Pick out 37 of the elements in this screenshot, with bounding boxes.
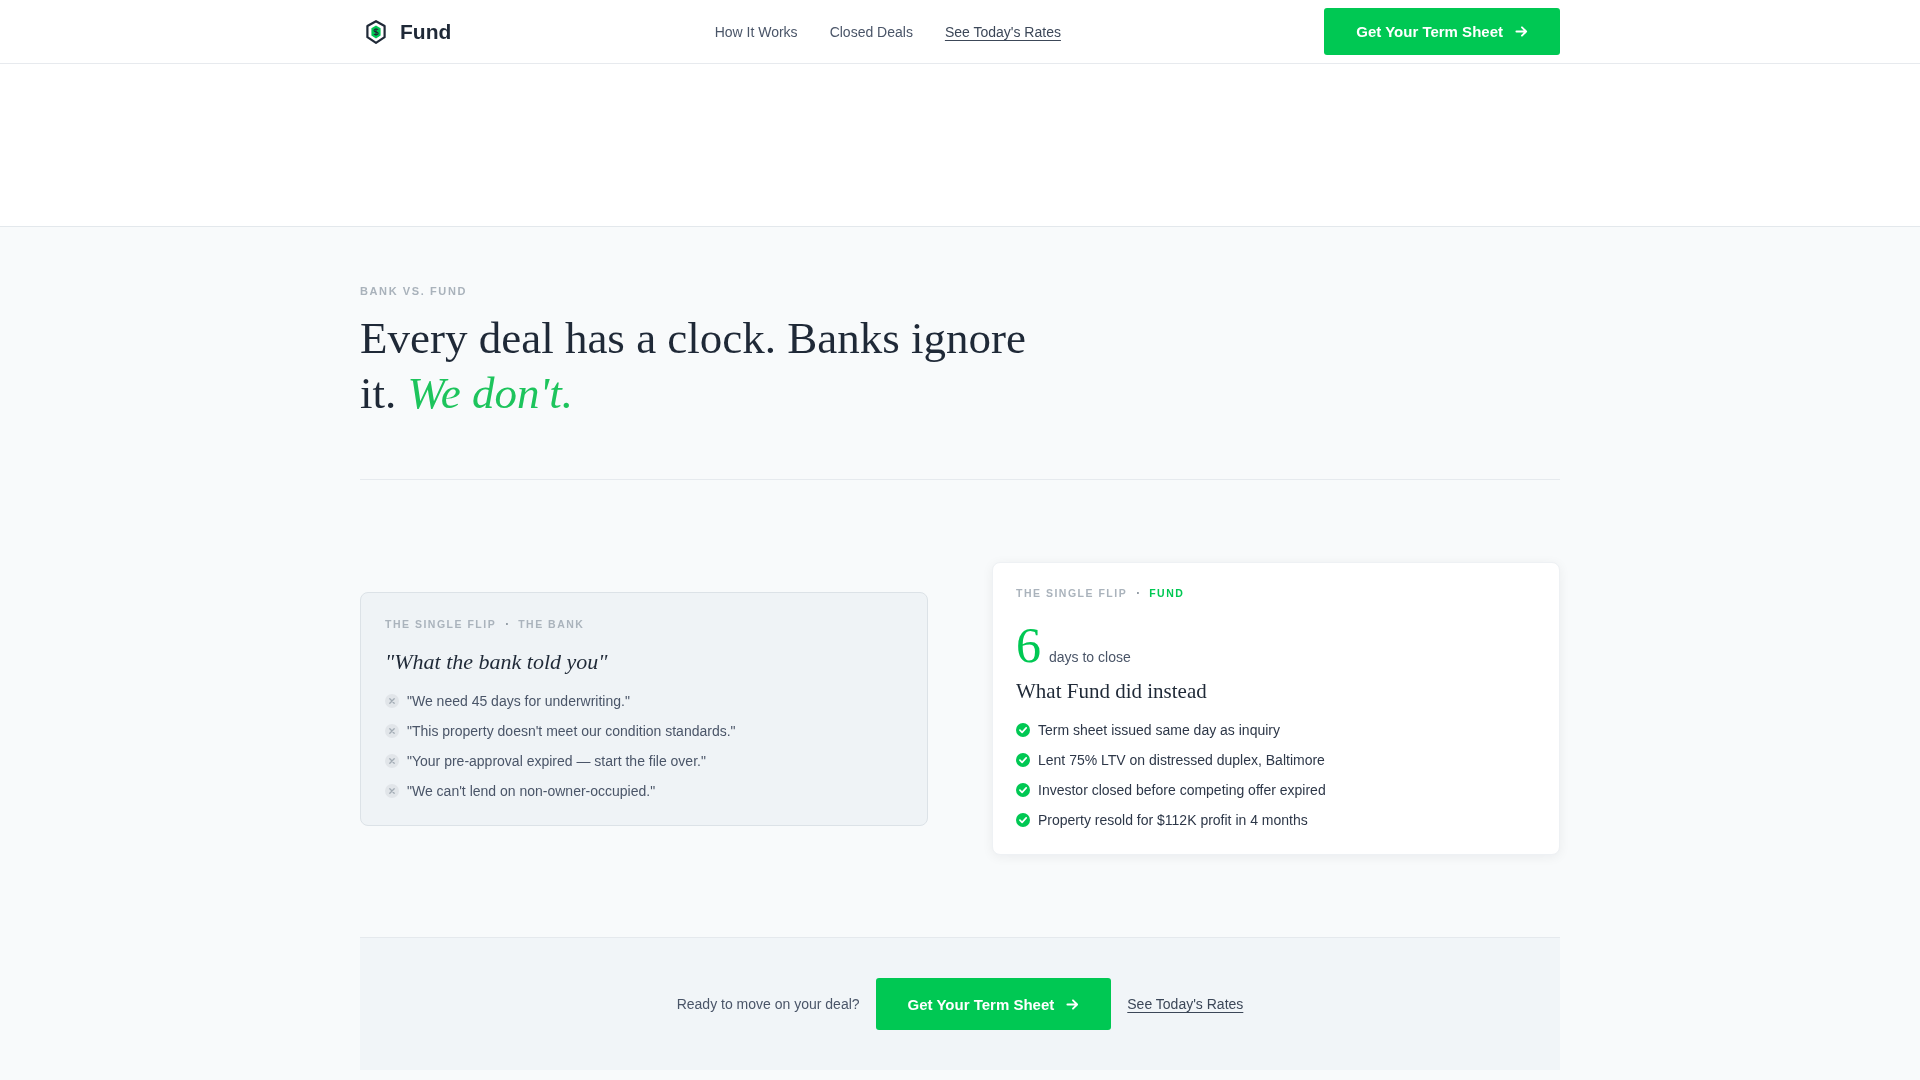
result-text: Lent 75% LTV on distressed duplex, Baltimore bbox=[1038, 751, 1325, 770]
card-title: "What the bank told you" bbox=[385, 647, 608, 676]
quote-text: "We can't lend on non-owner-occupied." bbox=[407, 781, 656, 801]
cta-prompt: Ready to move on your deal? bbox=[676, 996, 860, 1012]
quote-text: "This property doesn't meet our condition standards." bbox=[407, 721, 736, 741]
arrow-icon bbox=[1066, 997, 1080, 1011]
card-eyebrow: THE SINGLE FLIP bbox=[1016, 586, 1128, 600]
source-label: FUND bbox=[1149, 586, 1185, 600]
quote-text: "We need 45 days for underwriting." bbox=[407, 691, 630, 711]
nav-link[interactable]: Closed Deals bbox=[829, 23, 913, 40]
separator-dot: · bbox=[505, 616, 510, 631]
cross-icon bbox=[385, 693, 399, 708]
card-title: What Fund did instead bbox=[1016, 678, 1207, 705]
quote-text: "Your pre-approval expired — start the file over." bbox=[407, 751, 706, 771]
cross-icon bbox=[385, 783, 399, 798]
check-icon bbox=[1016, 753, 1030, 767]
section-headline: Every deal has a clock. Banks ignore it. We don't. bbox=[360, 312, 1027, 420]
cross-icon bbox=[385, 753, 399, 768]
result-text: Investor closed before competing offer expired bbox=[1038, 781, 1326, 800]
check-icon bbox=[1016, 813, 1030, 827]
logo-icon[interactable] bbox=[366, 19, 386, 44]
separator-dot: · bbox=[1136, 586, 1141, 600]
nav-link[interactable]: How It Works bbox=[714, 23, 798, 40]
section-eyebrow: BANK VS. FUND bbox=[360, 284, 467, 299]
rates-link[interactable]: See Today's Rates bbox=[1127, 996, 1244, 1012]
stat-value: 6 bbox=[1016, 620, 1041, 670]
brand-name[interactable]: Fund bbox=[400, 19, 452, 44]
cross-icon bbox=[385, 723, 399, 738]
stat-label: days to close bbox=[1049, 649, 1131, 665]
result-text: Term sheet issued same day as inquiry bbox=[1038, 721, 1280, 740]
card-eyebrow: THE SINGLE FLIP bbox=[385, 616, 497, 631]
nav-link[interactable]: See Today's Rates bbox=[944, 23, 1061, 40]
arrow-icon bbox=[1515, 25, 1528, 38]
check-icon bbox=[1016, 783, 1030, 797]
result-text: Property resold for $112K profit in 4 months bbox=[1038, 811, 1308, 830]
check-icon bbox=[1016, 723, 1030, 737]
source-label: THE BANK bbox=[518, 616, 585, 631]
